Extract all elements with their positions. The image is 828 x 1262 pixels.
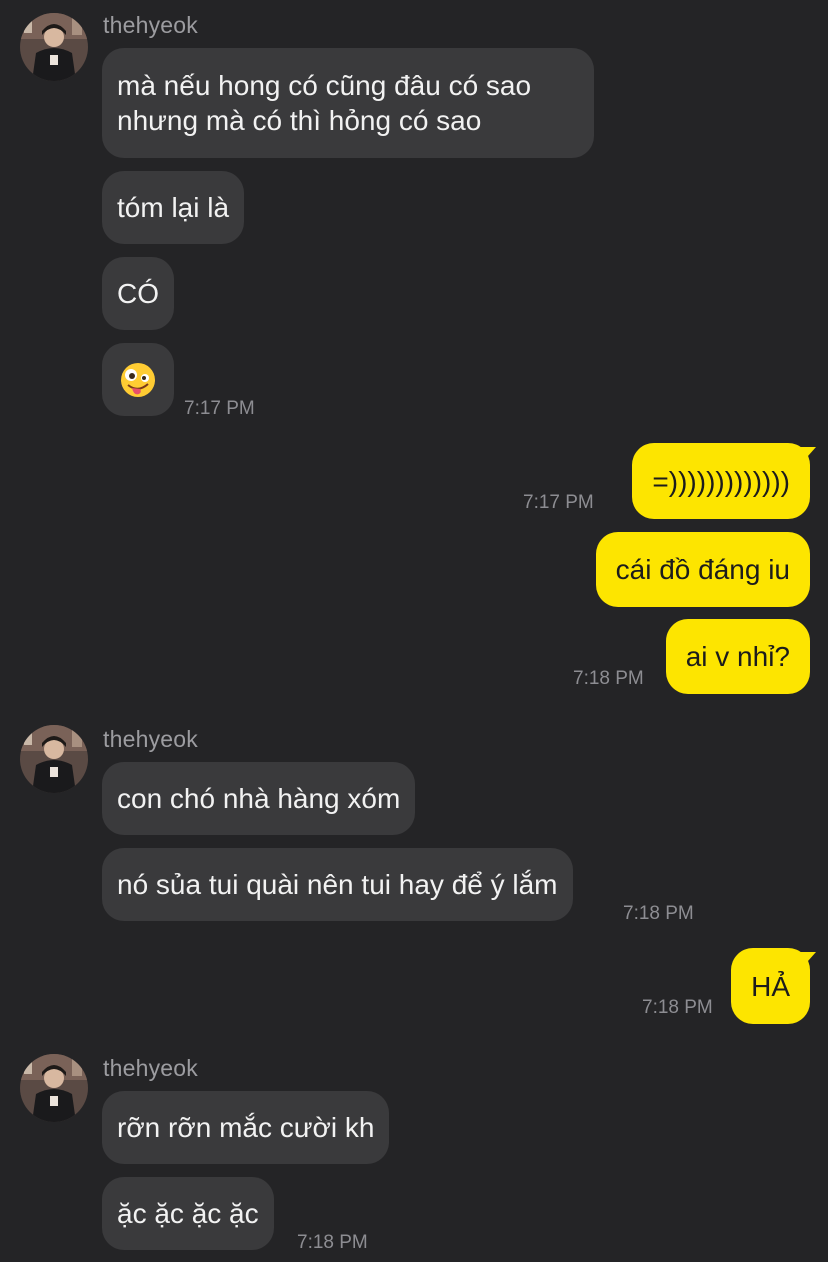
message-bubble-incoming[interactable]: tóm lại là	[102, 171, 245, 244]
sender-name: thehyeok	[103, 1055, 198, 1081]
message-text: cái đồ đáng iu	[615, 554, 790, 585]
sender-name: thehyeok	[103, 12, 198, 38]
message-bubble-incoming[interactable]: CÓ	[102, 257, 174, 330]
message-bubble-incoming[interactable]	[102, 343, 174, 416]
message-text: ặc ặc ặc ặc	[117, 1198, 259, 1229]
message-bubble-outgoing[interactable]: cái đồ đáng iu	[595, 532, 810, 607]
message-timestamp: 7:17 PM	[184, 398, 255, 419]
message-text: CÓ	[117, 278, 159, 309]
message-text: mà nếu hong có cũng đâu có sao	[117, 70, 532, 101]
contact-avatar[interactable]	[20, 725, 88, 793]
message-bubble-incoming[interactable]: nó sủa tui quài nên tui hay để ý lắm	[102, 848, 573, 921]
message-bubble-incoming[interactable]: rỡn rỡn mắc cười kh	[102, 1091, 390, 1164]
message-timestamp: 7:18 PM	[623, 903, 694, 924]
message-timestamp: 7:17 PM	[523, 492, 594, 513]
message-bubble-incoming[interactable]: con chó nhà hàng xóm	[102, 762, 416, 835]
message-text: nhưng mà có thì hỏng có sao	[117, 105, 482, 136]
message-bubble-outgoing[interactable]: HẢ	[731, 948, 810, 1024]
message-timestamp: 7:18 PM	[573, 668, 644, 689]
message-text: =)))))))))))))	[652, 465, 790, 497]
message-text: con chó nhà hàng xóm	[117, 783, 401, 814]
contact-avatar[interactable]	[20, 1054, 88, 1122]
message-text: ai v nhỉ?	[685, 641, 790, 672]
message-bubble-incoming[interactable]: mà nếu hong có cũng đâu có sao nhưng mà …	[102, 48, 594, 158]
contact-avatar[interactable]	[20, 13, 88, 81]
message-timestamp: 7:18 PM	[642, 997, 713, 1018]
message-bubble-outgoing[interactable]: =)))))))))))))	[632, 443, 810, 519]
message-text: rỡn rỡn mắc cười kh	[117, 1112, 375, 1143]
message-text: HẢ	[751, 970, 790, 1002]
zany-face-emoji-icon	[121, 362, 155, 397]
message-bubble-incoming[interactable]: ặc ặc ặc ặc	[102, 1177, 274, 1250]
sender-name: thehyeok	[103, 726, 198, 752]
message-text: nó sủa tui quài nên tui hay để ý lắm	[117, 869, 558, 900]
message-bubble-outgoing[interactable]: ai v nhỉ?	[665, 619, 810, 694]
message-timestamp: 7:18 PM	[297, 1232, 368, 1253]
message-text: tóm lại là	[117, 192, 230, 223]
